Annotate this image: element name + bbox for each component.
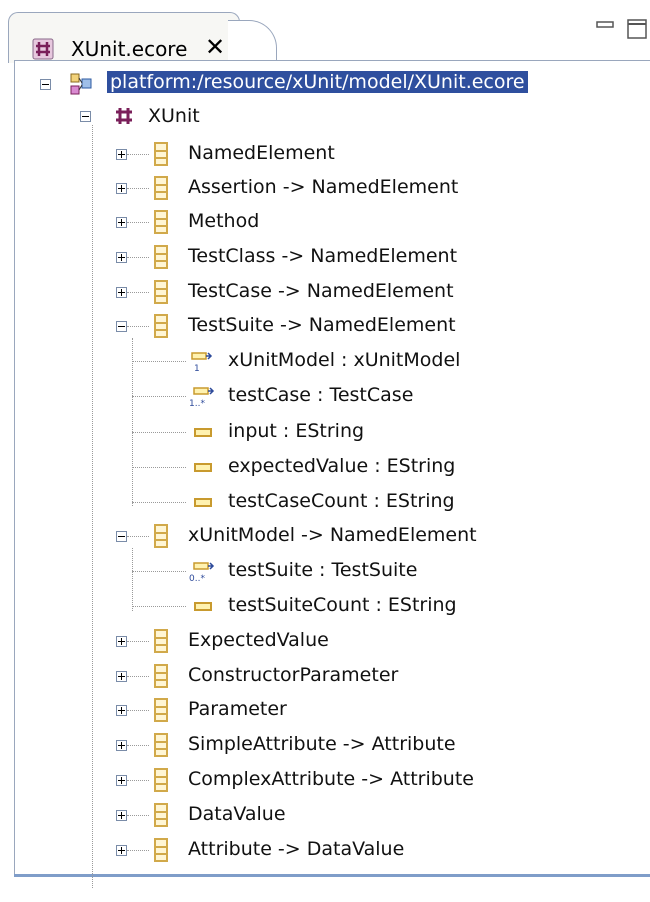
tree-row-feature[interactable]: 0..* testSuite : TestSuite <box>0 555 650 587</box>
tree-row-class[interactable]: TestClass -> NamedElement <box>0 241 650 273</box>
class-label: TestClass -> NamedElement <box>188 245 458 267</box>
tree-row-class[interactable]: Parameter <box>0 694 650 726</box>
expand-toggle[interactable] <box>116 149 127 160</box>
tab-edge <box>228 20 277 63</box>
eclass-icon <box>154 314 168 338</box>
svg-text:1: 1 <box>194 364 200 372</box>
eclass-icon <box>154 280 168 304</box>
package-icon <box>114 106 134 130</box>
eclass-icon <box>154 768 168 792</box>
class-label: Assertion -> NamedElement <box>188 176 459 198</box>
eclass-icon <box>154 176 168 200</box>
feature-label: testSuiteCount : EString <box>228 594 457 616</box>
tree-row-class[interactable]: TestCase -> NamedElement <box>0 276 650 308</box>
class-label: ComplexAttribute -> Attribute <box>188 768 474 790</box>
tree-row-class[interactable]: TestSuite -> NamedElement <box>0 310 650 342</box>
tree-row-class[interactable]: ExpectedValue <box>0 625 650 657</box>
reference-single-icon: 1 <box>190 350 214 376</box>
attribute-icon <box>194 498 212 507</box>
feature-label: xUnitModel : xUnitModel <box>228 349 461 371</box>
collapse-toggle[interactable] <box>116 321 127 332</box>
tree-row-class[interactable]: ConstructorParameter <box>0 660 650 692</box>
feature-label: expectedValue : EString <box>228 455 456 477</box>
maximize-icon[interactable] <box>626 18 648 44</box>
class-label: xUnitModel -> NamedElement <box>188 524 477 546</box>
expand-toggle[interactable] <box>116 183 127 194</box>
class-label: SimpleAttribute -> Attribute <box>188 733 456 755</box>
tree-row-class[interactable]: xUnitModel -> NamedElement <box>0 520 650 552</box>
attribute-icon <box>194 428 212 437</box>
eclass-icon <box>154 664 168 688</box>
editor-tab-title: XUnit.ecore <box>71 37 188 61</box>
tree-row-class[interactable]: NamedElement <box>0 138 650 170</box>
eclass-icon <box>154 803 168 827</box>
tree-row-feature[interactable]: expectedValue : EString <box>0 451 650 483</box>
tree-row-class[interactable]: ComplexAttribute -> Attribute <box>0 764 650 796</box>
collapse-toggle[interactable] <box>116 531 127 542</box>
expand-toggle[interactable] <box>116 845 127 856</box>
tree-row-class[interactable]: Attribute -> DataValue <box>0 834 650 866</box>
tree-row-class[interactable]: DataValue <box>0 799 650 831</box>
expand-toggle[interactable] <box>116 217 127 228</box>
class-label: DataValue <box>188 803 286 825</box>
tree-row-feature[interactable]: testCaseCount : EString <box>0 486 650 518</box>
svg-text:1..*: 1..* <box>189 399 205 407</box>
class-label: Parameter <box>188 698 287 720</box>
tree-row-resource[interactable]: platform:/resource/xUnit/model/XUnit.eco… <box>0 68 650 100</box>
feature-label: testCase : TestCase <box>228 384 414 406</box>
class-label: NamedElement <box>188 142 335 164</box>
eclass-icon <box>154 210 168 234</box>
resource-label: platform:/resource/xUnit/model/XUnit.eco… <box>107 71 528 93</box>
close-icon[interactable]: ✕ <box>205 33 225 61</box>
editor-tab[interactable]: XUnit.ecore ✕ <box>8 12 240 63</box>
eclass-icon <box>154 733 168 757</box>
eclass-icon <box>154 524 168 548</box>
tree-row-feature[interactable]: 1 xUnitModel : xUnitModel <box>0 345 650 377</box>
feature-label: testSuite : TestSuite <box>228 559 418 581</box>
class-label: Method <box>188 210 260 232</box>
package-label: XUnit <box>148 105 200 127</box>
minimize-icon[interactable] <box>596 18 614 37</box>
view-bottom-border <box>14 874 650 877</box>
eclass-icon <box>154 245 168 269</box>
expand-toggle[interactable] <box>116 775 127 786</box>
reference-many-icon: 0..* <box>188 560 216 586</box>
attribute-icon <box>194 602 212 611</box>
eclass-icon <box>154 698 168 722</box>
expand-toggle[interactable] <box>116 252 127 263</box>
tree-row-class[interactable]: Assertion -> NamedElement <box>0 172 650 204</box>
expand-toggle[interactable] <box>116 705 127 716</box>
tree-row-feature[interactable]: input : EString <box>0 416 650 448</box>
collapse-toggle[interactable] <box>80 111 91 122</box>
svg-text:0..*: 0..* <box>189 574 205 582</box>
feature-label: input : EString <box>228 420 365 442</box>
expand-toggle[interactable] <box>116 671 127 682</box>
class-label: TestCase -> NamedElement <box>188 280 454 302</box>
class-label: ConstructorParameter <box>188 664 399 686</box>
tree-row-class[interactable]: Method <box>0 206 650 238</box>
expand-toggle[interactable] <box>116 636 127 647</box>
class-label: ExpectedValue <box>188 629 329 651</box>
tree-row-feature[interactable]: 1..* testCase : TestCase <box>0 380 650 412</box>
feature-label: testCaseCount : EString <box>228 490 455 512</box>
tree-row-class[interactable]: SimpleAttribute -> Attribute <box>0 729 650 761</box>
attribute-icon <box>194 463 212 472</box>
eclass-icon <box>154 838 168 862</box>
class-label: TestSuite -> NamedElement <box>188 314 456 336</box>
resource-icon <box>68 71 94 101</box>
editor-tab-bar: XUnit.ecore ✕ <box>0 0 650 63</box>
class-label: Attribute -> DataValue <box>188 838 405 860</box>
tree-row-package[interactable]: XUnit <box>0 100 650 132</box>
expand-toggle[interactable] <box>116 287 127 298</box>
reference-many-icon: 1..* <box>188 385 216 411</box>
eclass-icon <box>154 142 168 166</box>
expand-toggle[interactable] <box>116 740 127 751</box>
expand-toggle[interactable] <box>116 810 127 821</box>
collapse-toggle[interactable] <box>40 79 51 90</box>
eclass-icon <box>154 629 168 653</box>
tree-row-feature[interactable]: testSuiteCount : EString <box>0 590 650 622</box>
